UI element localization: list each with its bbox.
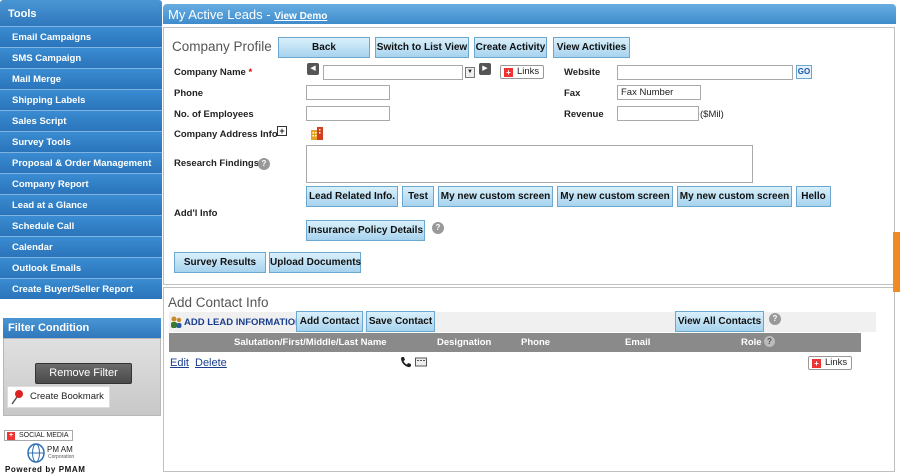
view-all-contacts-button[interactable]: View All Contacts bbox=[675, 311, 764, 332]
feedback-tab[interactable] bbox=[893, 232, 900, 292]
test-button[interactable]: Test bbox=[402, 186, 434, 207]
sidebar-item-outlook-emails[interactable]: Outlook Emails bbox=[0, 257, 162, 278]
phone-label: Phone bbox=[174, 88, 204, 99]
sidebar-item-calendar[interactable]: Calendar bbox=[0, 236, 162, 257]
sidebar-item-lead-at-a-glance[interactable]: Lead at a Glance bbox=[0, 194, 162, 215]
create-bookmark-button[interactable]: Create Bookmark bbox=[7, 386, 110, 408]
social-media-label: SOCIAL MEDIA bbox=[19, 432, 69, 439]
column-header-role: Role bbox=[741, 337, 762, 348]
view-demo-link[interactable]: View Demo bbox=[274, 11, 327, 22]
employees-label: No. of Employees bbox=[174, 109, 254, 120]
company-address-label: Company Address Info bbox=[174, 129, 278, 140]
fax-input[interactable] bbox=[617, 85, 701, 100]
page-header: My Active Leads - View Demo bbox=[163, 4, 896, 24]
sidebar-item-buyer-seller-report[interactable]: Create Buyer/Seller Report bbox=[0, 278, 162, 299]
previous-arrow-icon[interactable]: ◀ bbox=[307, 63, 319, 75]
delete-link[interactable]: Delete bbox=[195, 357, 227, 369]
contact-info-panel: Add Contact Info ADD LEAD INFORMATION Ad… bbox=[163, 287, 895, 472]
company-profile-panel: Company Profile Back Switch to List View… bbox=[163, 27, 895, 285]
phone-icon[interactable] bbox=[400, 356, 412, 368]
save-contact-button[interactable]: Save Contact bbox=[366, 311, 435, 332]
links-label: Links bbox=[825, 357, 848, 368]
remove-filter-button[interactable]: Remove Filter bbox=[35, 363, 132, 384]
help-icon[interactable]: ? bbox=[764, 336, 775, 347]
filter-condition-heading: Filter Condition bbox=[3, 318, 161, 338]
create-activity-button[interactable]: Create Activity bbox=[474, 37, 547, 58]
company-links-button[interactable]: + Links bbox=[500, 65, 545, 79]
tools-heading: Tools bbox=[0, 0, 162, 26]
sidebar-item-mail-merge[interactable]: Mail Merge bbox=[0, 68, 162, 89]
insurance-policy-button[interactable]: Insurance Policy Details bbox=[306, 220, 425, 241]
links-label: Links bbox=[517, 66, 540, 77]
help-icon[interactable]: ? bbox=[432, 222, 444, 234]
revenue-input[interactable] bbox=[617, 106, 699, 121]
column-header-name: Salutation/First/Middle/Last Name bbox=[234, 337, 387, 348]
help-icon[interactable]: ? bbox=[258, 158, 270, 170]
contacts-table-header: Salutation/First/Middle/Last Name Design… bbox=[169, 333, 861, 352]
plus-icon: + bbox=[812, 359, 821, 368]
sidebar-item-company-report[interactable]: Company Report bbox=[0, 173, 162, 194]
edit-link[interactable]: Edit bbox=[170, 357, 189, 369]
revenue-unit: ($Mil) bbox=[700, 109, 724, 120]
lead-related-info-button[interactable]: Lead Related Info. bbox=[306, 186, 398, 207]
survey-results-button[interactable]: Survey Results bbox=[174, 252, 266, 273]
website-input[interactable] bbox=[617, 65, 793, 80]
pmam-logo-icon bbox=[27, 443, 45, 463]
custom-screen-button-1[interactable]: My new custom screen bbox=[438, 186, 553, 207]
building-icon[interactable] bbox=[310, 127, 324, 140]
help-icon[interactable]: ? bbox=[769, 313, 781, 325]
research-findings-label: Research Findings bbox=[174, 158, 259, 169]
fax-icon[interactable] bbox=[415, 356, 427, 368]
view-activities-button[interactable]: View Activities bbox=[553, 37, 630, 58]
pmam-corporation-text: Corporation bbox=[48, 454, 75, 460]
add-contact-info-title: Add Contact Info bbox=[168, 295, 269, 310]
add-contact-button[interactable]: Add Contact bbox=[296, 311, 363, 332]
custom-screen-button-3[interactable]: My new custom screen bbox=[677, 186, 792, 207]
column-header-designation: Designation bbox=[437, 337, 492, 348]
expand-address-icon[interactable]: + bbox=[277, 126, 287, 136]
filter-panel: Remove Filter Create Bookmark bbox=[3, 338, 161, 416]
company-name-input[interactable] bbox=[323, 65, 463, 80]
create-bookmark-label: Create Bookmark bbox=[30, 391, 104, 402]
upload-documents-button[interactable]: Upload Documents bbox=[269, 252, 361, 273]
sidebar-item-proposal-order[interactable]: Proposal & Order Management bbox=[0, 152, 162, 173]
next-arrow-icon[interactable]: ▶ bbox=[479, 63, 491, 75]
pmam-logo-text: PM AM bbox=[47, 445, 73, 454]
website-go-button[interactable]: GO bbox=[796, 65, 812, 79]
sidebar-item-schedule-call[interactable]: Schedule Call bbox=[0, 215, 162, 236]
chevron-down-icon[interactable]: ▼ bbox=[465, 67, 475, 78]
required-marker: * bbox=[248, 67, 253, 78]
tools-menu: Email Campaigns SMS Campaign Mail Merge … bbox=[0, 26, 162, 299]
company-profile-title: Company Profile bbox=[172, 39, 272, 54]
phone-input[interactable] bbox=[306, 85, 390, 100]
add-lead-information-link[interactable]: ADD LEAD INFORMATION bbox=[184, 317, 302, 328]
people-icon bbox=[171, 316, 182, 328]
sidebar-item-shipping-labels[interactable]: Shipping Labels bbox=[0, 89, 162, 110]
plus-icon: + bbox=[7, 432, 15, 440]
research-findings-textarea[interactable] bbox=[306, 145, 753, 183]
sidebar-item-survey-tools[interactable]: Survey Tools bbox=[0, 131, 162, 152]
custom-screen-button-2[interactable]: My new custom screen bbox=[557, 186, 673, 207]
fax-label: Fax bbox=[564, 88, 581, 99]
contact-links-button[interactable]: + Links bbox=[808, 356, 853, 370]
company-name-label: Company Name * bbox=[174, 67, 253, 78]
switch-list-view-button[interactable]: Switch to List View bbox=[375, 37, 469, 58]
sidebar-item-sms-campaign[interactable]: SMS Campaign bbox=[0, 47, 162, 68]
pushpin-icon bbox=[11, 390, 23, 405]
back-button[interactable]: Back bbox=[278, 37, 370, 58]
sidebar-item-email-campaigns[interactable]: Email Campaigns bbox=[0, 26, 162, 47]
website-label: Website bbox=[564, 67, 601, 78]
sidebar-item-sales-script[interactable]: Sales Script bbox=[0, 110, 162, 131]
employees-input[interactable] bbox=[306, 106, 390, 121]
social-media-button[interactable]: + SOCIAL MEDIA bbox=[4, 430, 73, 441]
addl-info-label: Add'l Info bbox=[174, 208, 218, 219]
powered-by-text: Powered by PMAM bbox=[5, 465, 86, 474]
hello-button[interactable]: Hello bbox=[796, 186, 831, 207]
page-title: My Active Leads - bbox=[168, 7, 275, 22]
revenue-label: Revenue bbox=[564, 109, 604, 120]
sidebar: Tools Email Campaigns SMS Campaign Mail … bbox=[0, 0, 162, 474]
plus-icon: + bbox=[504, 68, 513, 77]
column-header-phone: Phone bbox=[521, 337, 551, 348]
column-header-email: Email bbox=[625, 337, 651, 348]
